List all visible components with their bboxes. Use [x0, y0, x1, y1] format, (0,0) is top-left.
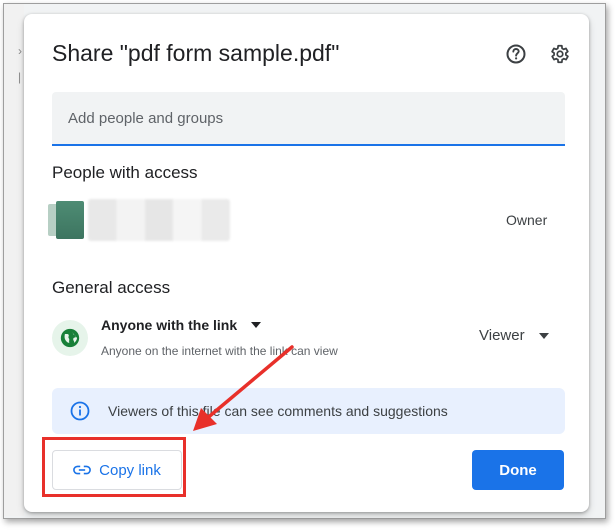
role-dropdown[interactable]: Viewer — [479, 327, 549, 344]
owner-role-label: Owner — [506, 212, 548, 228]
settings-gear-icon[interactable] — [549, 43, 571, 65]
people-access-heading: People with access — [52, 163, 198, 182]
link-scope-dropdown[interactable]: Anyone with the link — [101, 317, 262, 333]
add-people-input[interactable] — [52, 92, 565, 146]
background-glyph: › — [18, 44, 22, 58]
blurred-user-name — [88, 199, 230, 241]
dropdown-arrow-icon — [251, 322, 262, 328]
link-scope-description: Anyone on the internet with the link can… — [101, 344, 338, 358]
avatar — [56, 201, 84, 239]
link-scope-label: Anyone with the link — [101, 317, 238, 333]
dialog-title: Share "pdf form sample.pdf" — [52, 40, 340, 66]
info-banner: Viewers of this file can see comments an… — [52, 388, 565, 434]
help-icon[interactable] — [505, 43, 527, 65]
info-icon — [70, 401, 90, 421]
done-button[interactable]: Done — [472, 450, 564, 490]
role-label: Viewer — [479, 327, 525, 344]
annotation-highlight-box — [42, 437, 186, 497]
background-page: › | — [4, 4, 24, 516]
background-glyph: | — [18, 70, 22, 84]
globe-icon — [52, 320, 88, 356]
info-banner-text: Viewers of this file can see comments an… — [108, 403, 448, 419]
dropdown-arrow-icon — [538, 332, 549, 339]
general-access-heading: General access — [52, 278, 171, 297]
